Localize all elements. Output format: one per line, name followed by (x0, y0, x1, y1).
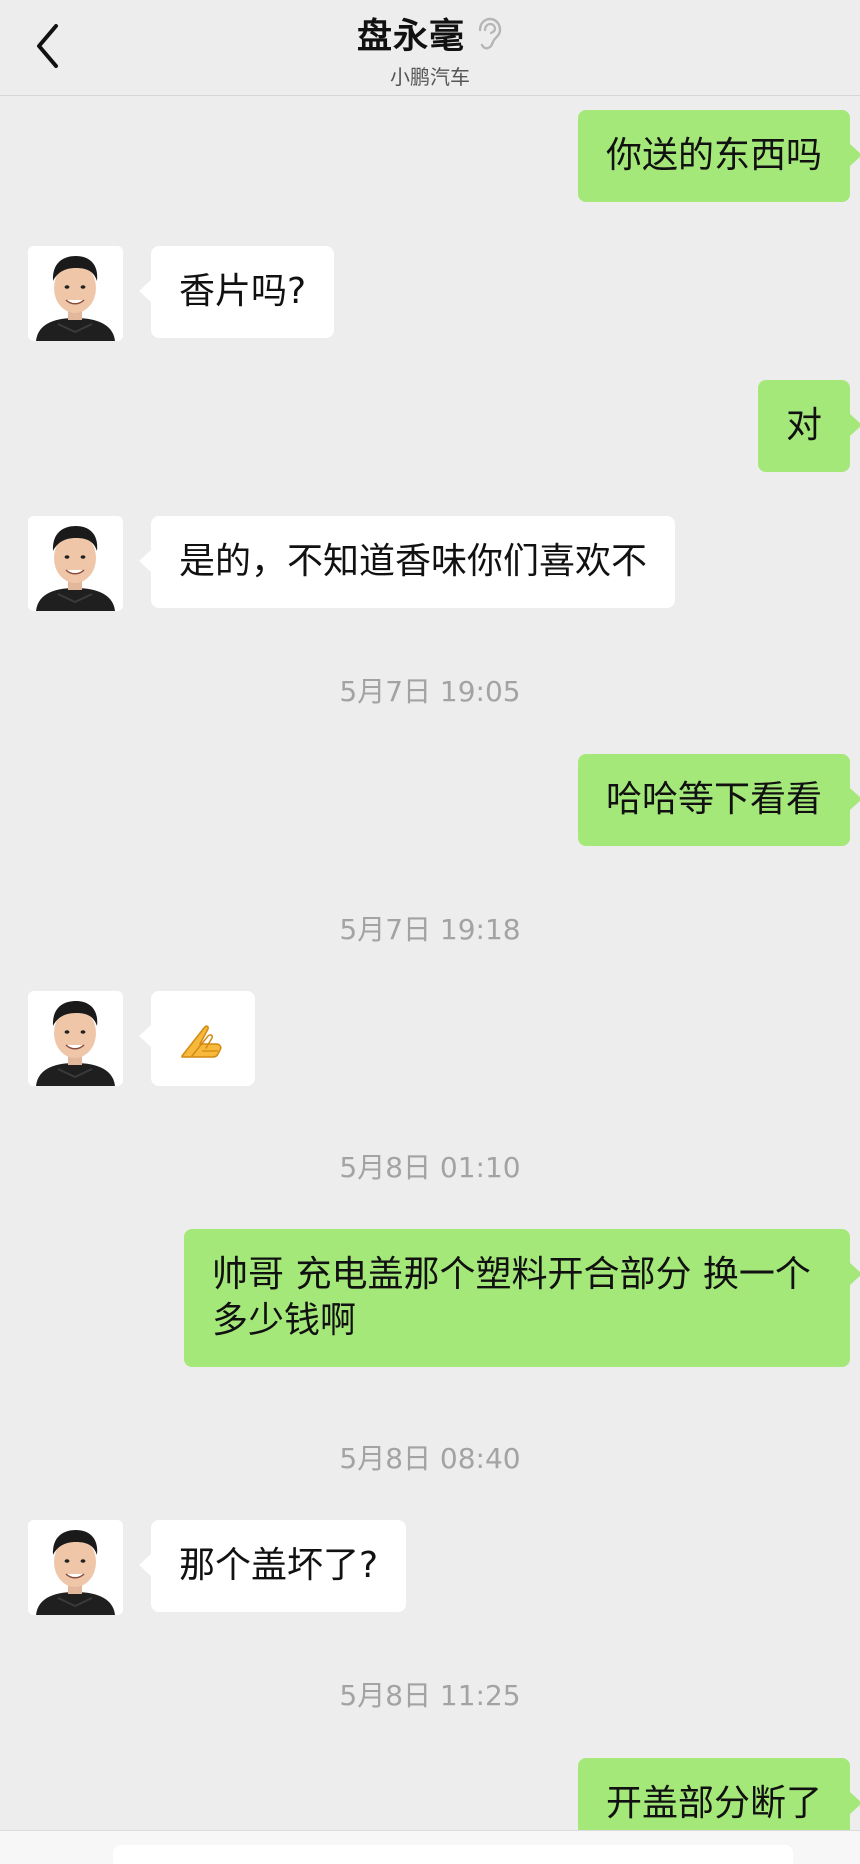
message-bubble-outgoing[interactable]: 哈哈等下看看 (577, 754, 860, 846)
contact-name[interactable]: 盘永毫 (357, 8, 465, 59)
contact-company: 小鹏汽车 (390, 65, 470, 89)
ear-icon (473, 16, 503, 52)
message-bubble-outgoing[interactable]: 对 (757, 380, 860, 472)
message-timestamp: 5月8日 11:25 (339, 1679, 521, 1712)
message-bubble-incoming[interactable]: 香片吗? (138, 246, 335, 338)
avatar[interactable] (28, 991, 123, 1086)
message-timestamp: 5月8日 08:40 (339, 1442, 521, 1475)
input-bar (0, 1830, 860, 1864)
praying-hands-emoji (181, 1024, 222, 1058)
message-bubble-outgoing[interactable]: 帅哥 充电盖那个塑料开合部分 换一个多少钱啊 (184, 1229, 860, 1367)
avatar[interactable] (28, 516, 123, 611)
message-input[interactable] (113, 1845, 793, 1864)
message-timestamp: 5月7日 19:05 (339, 675, 521, 708)
chat-header: 盘永毫 小鹏汽车 (0, 0, 860, 96)
message-bubble-incoming[interactable]: 是的，不知道香味你们喜欢不 (138, 516, 676, 608)
title-area: 盘永毫 小鹏汽车 (0, 8, 860, 90)
avatar[interactable] (28, 246, 123, 341)
avatar[interactable] (28, 1520, 123, 1615)
message-timestamp: 5月8日 01:10 (339, 1151, 521, 1184)
message-timestamp: 5月7日 19:18 (339, 913, 521, 946)
message-bubble-incoming[interactable] (139, 991, 255, 1086)
message-bubble-outgoing[interactable]: 你送的东西吗 (577, 110, 860, 202)
message-bubble-incoming[interactable]: 那个盖坏了? (138, 1520, 407, 1612)
